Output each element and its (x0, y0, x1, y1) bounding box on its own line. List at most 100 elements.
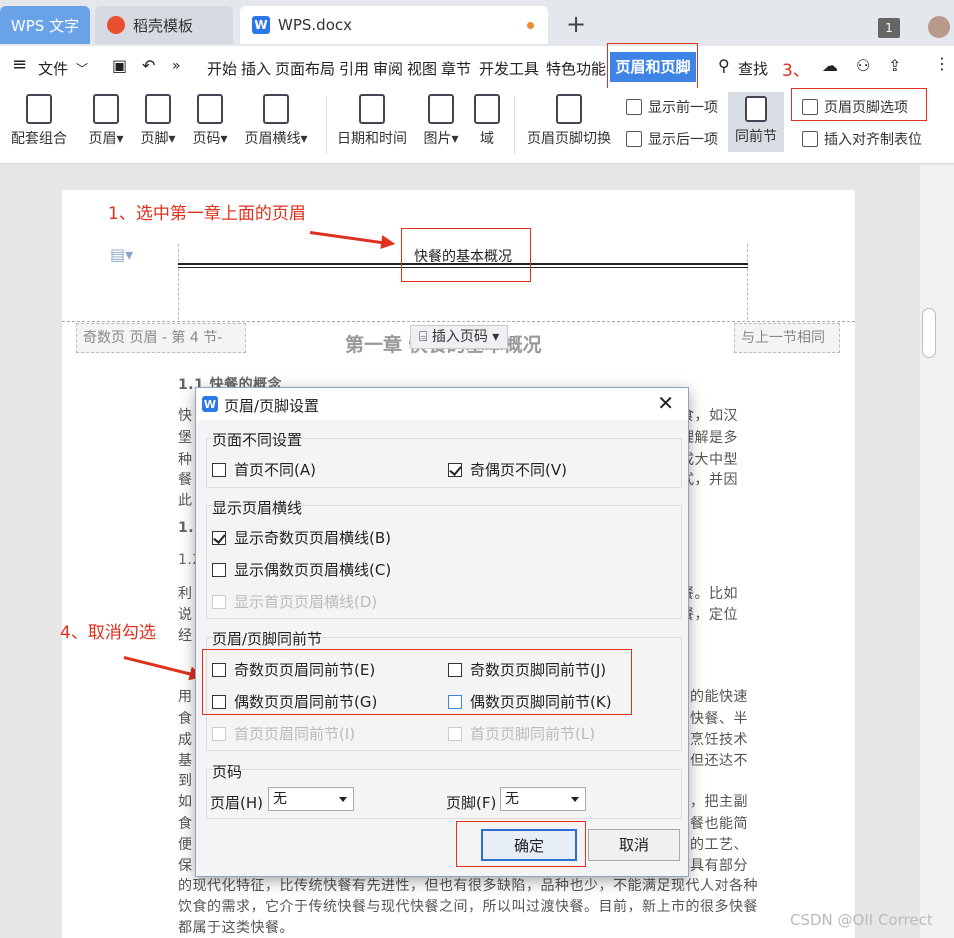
checkbox-label: 首页页脚同前节(L) (470, 725, 596, 743)
combo-button[interactable]: 配套组合 (8, 94, 70, 148)
date-time-label: 日期和时间 (337, 131, 407, 147)
checkbox-label: 首页页眉同前节(I) (234, 725, 356, 743)
save-icon[interactable]: ▣ (112, 56, 127, 75)
insert-page-number-button[interactable]: ⌸ 插入页码 ▾ (410, 325, 509, 349)
same-as-previous-button[interactable]: 同前节 (728, 92, 784, 152)
combo-icon (26, 94, 52, 124)
menu-dev-tools[interactable]: 开发工具 (479, 58, 539, 79)
insert-tab-stop-button[interactable]: 插入对齐制表位 (802, 129, 922, 149)
annotation-step3: 3、 (782, 61, 810, 81)
checkbox-box (212, 562, 226, 577)
left-fragment: 成 (178, 732, 193, 748)
checkbox-box (212, 530, 226, 545)
menu-chapter[interactable]: 章节 (441, 58, 471, 79)
menu-insert[interactable]: 插入 (241, 58, 271, 79)
right-fragment: ，把主副 (690, 794, 748, 810)
close-icon[interactable]: ✕ (657, 391, 674, 415)
tab-doc-label: WPS.docx (278, 16, 352, 34)
header-number-label: 页眉(H) (210, 794, 263, 812)
chevron-down-icon[interactable]: ﹀ (76, 60, 88, 77)
header-number-select[interactable]: 无 (268, 787, 354, 811)
menu-file[interactable]: 文件 (38, 58, 68, 79)
picture-label: 图片 (423, 131, 452, 147)
right-fragment: 但还达不 (690, 753, 748, 769)
highlight-box-menu (607, 43, 698, 91)
odd-even-diff-checkbox[interactable]: 奇偶页不同(V) (448, 459, 567, 480)
footer-button[interactable]: 页脚▾ (138, 94, 178, 148)
highlight-box-checkboxes (202, 649, 632, 715)
left-fragment: 如 (178, 794, 193, 810)
left-fragment: 种 (178, 452, 193, 468)
show-previous-label: 显示前一项 (648, 100, 718, 116)
tab-daoke[interactable]: 稻壳模板 (95, 6, 233, 44)
first-page-diff-checkbox[interactable]: 首页不同(A) (212, 459, 316, 480)
show-even-header-line-checkbox[interactable]: 显示偶数页页眉横线(C) (212, 559, 391, 580)
dialog-title-bar[interactable]: W 页眉/页脚设置 ✕ (196, 388, 688, 420)
checkbox-label: 显示偶数页页眉横线(C) (234, 561, 392, 579)
menu-review[interactable]: 审阅 (373, 58, 403, 79)
checkbox-label: 显示首页页眉横线(D) (234, 593, 378, 611)
window-count-badge[interactable]: 1 (878, 18, 900, 38)
menu-search[interactable]: 查找 (738, 58, 768, 79)
checkbox-label: 显示奇数页页眉横线(B) (234, 529, 391, 547)
hamburger-icon[interactable]: ≡ (12, 54, 27, 75)
footer-label: 页脚 (140, 131, 169, 147)
footer-number-select[interactable]: 无 (500, 787, 586, 811)
checkbox-label: 首页不同(A) (234, 461, 316, 479)
menu-bar: ≡ 文件 ﹀ ▣ ↶ » 开始 插入 页面布局 引用 审阅 视图 章节 开发工具… (0, 46, 954, 88)
body-line: 饮食的需求，它介于传统快餐与现代快餐之间，所以叫过渡快餐。目前，新上市的很多快餐 (178, 899, 758, 915)
scrollbar-thumb[interactable] (922, 308, 936, 358)
vertical-scrollbar[interactable] (920, 165, 954, 938)
left-fragment: 此 (178, 493, 193, 509)
left-fragment: 用 (178, 689, 193, 705)
checkbox-box (448, 726, 462, 741)
avatar[interactable] (928, 16, 950, 38)
cancel-button[interactable]: 取消 (588, 829, 680, 861)
menu-reference[interactable]: 引用 (339, 58, 369, 79)
date-time-button[interactable]: 日期和时间 (334, 94, 410, 148)
cloud-icon[interactable]: ☁ (822, 56, 838, 75)
left-fragment: 到 (178, 773, 193, 789)
group-title: 页眉/页脚同前节 (212, 630, 323, 648)
doc-options-icon[interactable]: ▤▾ (110, 245, 133, 264)
watermark: CSDN @OII Correct (790, 911, 933, 929)
switch-header-footer-button[interactable]: 页眉页脚切换 (524, 94, 614, 148)
header-line-button[interactable]: 页眉横线▾ (242, 94, 310, 148)
menu-special[interactable]: 特色功能 (546, 58, 606, 79)
checkbox-box (448, 462, 462, 477)
picture-button[interactable]: 图片▾ (420, 94, 462, 148)
wps-logo-icon: W (202, 396, 218, 412)
header-section-label: 奇数页 页眉 - 第 4 节- (76, 323, 246, 353)
same-as-previous-label: 与上一节相同 (734, 323, 840, 353)
highlight-box-options (791, 88, 927, 121)
page-number-icon (197, 94, 223, 124)
header-boundary (62, 321, 855, 322)
unsaved-dot (527, 22, 534, 29)
tab-document[interactable]: W WPS.docx (240, 6, 548, 44)
show-previous-button[interactable]: 显示前一项 (626, 97, 718, 117)
menu-start[interactable]: 开始 (207, 58, 237, 79)
header-button[interactable]: 页眉▾ (86, 94, 126, 148)
field-button[interactable]: 域 (472, 94, 502, 148)
new-tab-button[interactable]: + (566, 10, 586, 38)
left-fragment: 经 (178, 628, 193, 644)
ribbon-divider (326, 96, 327, 154)
undo-icon[interactable]: ↶ (142, 56, 155, 75)
more-menu-icon[interactable]: ⋮ (934, 54, 950, 73)
share-icon[interactable]: ⇪ (888, 56, 901, 75)
left-fragment: 便 (178, 837, 193, 853)
tab-wps-writer[interactable]: WPS 文字 (0, 6, 90, 44)
tab-stop-icon (802, 131, 818, 147)
tab-bar: WPS 文字 稻壳模板 W WPS.docx + 1 (0, 0, 954, 46)
show-odd-header-line-checkbox[interactable]: 显示奇数页页眉横线(B) (212, 527, 391, 548)
more-icon[interactable]: » (172, 58, 181, 74)
search-icon[interactable]: ⚲ (718, 56, 730, 75)
footer-number-label: 页脚(F) (446, 794, 497, 812)
group-title: 页码 (212, 763, 243, 781)
page-number-button[interactable]: 页码▾ (190, 94, 230, 148)
first-header-same-checkbox: 首页页眉同前节(I) (212, 723, 355, 744)
add-user-icon[interactable]: ⚇ (856, 56, 870, 75)
menu-page-layout[interactable]: 页面布局 (275, 58, 335, 79)
show-next-button[interactable]: 显示后一项 (626, 129, 718, 149)
menu-view[interactable]: 视图 (407, 58, 437, 79)
